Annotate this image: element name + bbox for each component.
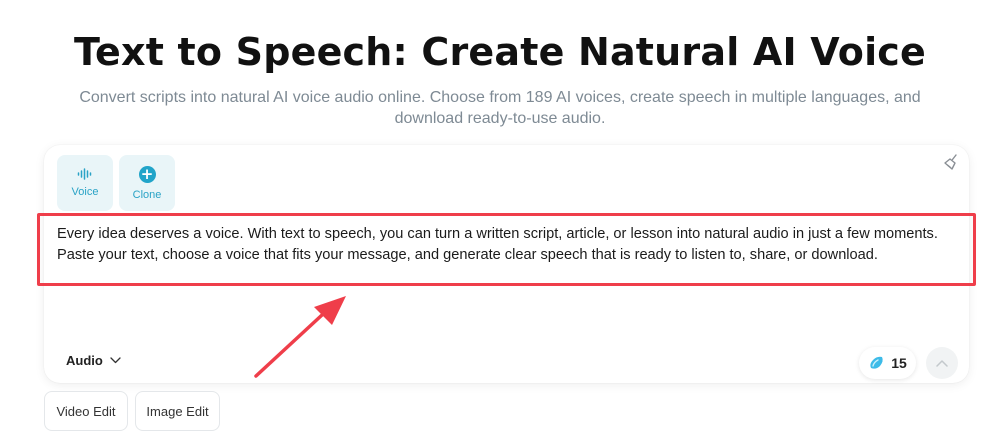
output-type-dropdown[interactable]: Audio xyxy=(66,353,121,368)
output-type-label: Audio xyxy=(66,353,103,368)
tts-editor-card: Voice + Clone Every idea deserves a voic… xyxy=(44,145,969,383)
voice-button-label: Voice xyxy=(71,186,99,198)
tab-image-edit[interactable]: Image Edit xyxy=(135,391,220,431)
voice-button[interactable]: Voice xyxy=(57,155,113,211)
clone-button-label: Clone xyxy=(132,188,162,201)
chevron-up-icon xyxy=(936,360,948,367)
page-subtitle: Convert scripts into natural AI voice au… xyxy=(79,89,921,127)
page: Text to Speech: Create Natural AI Voice … xyxy=(0,0,1000,441)
waveform-icon xyxy=(77,168,92,180)
plus-circle-icon: + xyxy=(138,165,156,183)
tab-video-edit[interactable]: Video Edit xyxy=(44,391,128,431)
clear-broom-icon[interactable] xyxy=(942,153,960,171)
tab-video-edit-label: Video Edit xyxy=(56,403,116,419)
gem-icon xyxy=(870,356,883,369)
clone-button[interactable]: + Clone xyxy=(119,155,175,211)
tab-image-edit-label: Image Edit xyxy=(146,403,209,419)
credits-count: 15 xyxy=(891,355,907,371)
generate-button[interactable] xyxy=(926,347,958,379)
chevron-down-icon xyxy=(110,357,121,364)
page-title: Text to Speech: Create Natural AI Voice xyxy=(73,30,927,74)
credits-badge: 15 xyxy=(859,347,916,379)
script-textarea[interactable]: Every idea deserves a voice. With text t… xyxy=(57,224,962,266)
